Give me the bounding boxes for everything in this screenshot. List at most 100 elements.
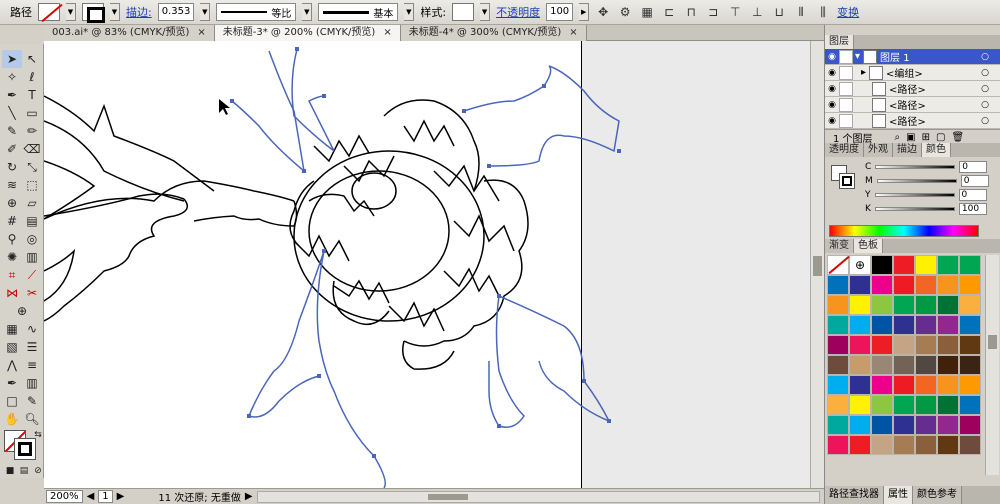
layer-name[interactable]: <路径> bbox=[889, 81, 926, 96]
channel-slider[interactable] bbox=[874, 193, 955, 197]
width-tool-icon[interactable]: ⋈ bbox=[2, 284, 22, 302]
color-swatch[interactable] bbox=[893, 395, 915, 415]
color-swatch[interactable] bbox=[915, 435, 937, 455]
tab-gradient[interactable]: 渐变 bbox=[825, 239, 854, 253]
color-swatch[interactable] bbox=[871, 415, 893, 435]
color-swatch[interactable] bbox=[827, 415, 849, 435]
color-swatch[interactable] bbox=[937, 295, 959, 315]
eraser-icon[interactable]: ⌫ bbox=[22, 140, 42, 158]
color-swatch[interactable] bbox=[937, 375, 959, 395]
horizontal-scrollbar[interactable] bbox=[256, 490, 820, 503]
color-swatch[interactable] bbox=[849, 355, 871, 375]
paintbrush-icon[interactable]: ✎ bbox=[2, 122, 22, 140]
tab-swatches[interactable]: 色板 bbox=[854, 239, 883, 253]
color-swatch[interactable] bbox=[959, 315, 981, 335]
layer-name[interactable]: <路径> bbox=[889, 97, 926, 112]
color-swatch[interactable] bbox=[827, 395, 849, 415]
color-swatch[interactable] bbox=[871, 275, 893, 295]
pen-tool-icon[interactable]: ✒ bbox=[2, 86, 22, 104]
color-swatch[interactable] bbox=[871, 335, 893, 355]
lock-toggle[interactable] bbox=[839, 49, 853, 64]
vertical-scrollbar[interactable] bbox=[810, 41, 824, 488]
registration-swatch[interactable]: ⊕ bbox=[849, 255, 871, 275]
opacity-input[interactable]: 100 bbox=[546, 3, 574, 21]
layer-name[interactable]: <路径> bbox=[889, 113, 926, 128]
stroke-proxy[interactable] bbox=[839, 173, 855, 189]
align-right-icon[interactable]: ⊐ bbox=[705, 4, 721, 20]
blob-brush-icon[interactable]: ✐ bbox=[2, 140, 22, 158]
target-icon[interactable]: ○ bbox=[981, 52, 989, 62]
color-swatch[interactable] bbox=[959, 335, 981, 355]
stroke-link[interactable]: 描边: bbox=[126, 4, 152, 20]
align-left-icon[interactable]: ⊏ bbox=[661, 4, 677, 20]
expand-icon[interactable]: ▾ bbox=[855, 51, 860, 62]
color-swatch[interactable] bbox=[871, 395, 893, 415]
layer-name[interactable]: 图层 1 bbox=[880, 49, 910, 64]
target-icon[interactable]: ○ bbox=[981, 100, 989, 110]
artboard-field[interactable]: 1 bbox=[98, 490, 113, 503]
layer-name[interactable]: <编组> bbox=[886, 65, 923, 80]
artboard-canvas[interactable] bbox=[44, 41, 810, 488]
style-swatch[interactable] bbox=[452, 3, 475, 21]
channel-value[interactable]: 0 bbox=[958, 189, 987, 201]
color-swatch[interactable] bbox=[849, 275, 871, 295]
color-swatch[interactable] bbox=[915, 275, 937, 295]
slice-2-icon[interactable]: ✎ bbox=[22, 392, 42, 410]
align-to-icon[interactable]: ▦ bbox=[639, 4, 655, 20]
direct-selection-tool-icon[interactable]: ↖ bbox=[22, 50, 42, 68]
expand-icon[interactable]: ▸ bbox=[861, 67, 866, 78]
color-swatch[interactable] bbox=[937, 395, 959, 415]
color-swatch[interactable] bbox=[871, 295, 893, 315]
scissors-icon[interactable]: ✂ bbox=[22, 284, 42, 302]
color-swatch[interactable] bbox=[915, 335, 937, 355]
warp-icon[interactable]: ≋ bbox=[2, 176, 22, 194]
color-swatch[interactable] bbox=[959, 355, 981, 375]
target-icon[interactable]: ○ bbox=[981, 84, 989, 94]
close-icon[interactable]: × bbox=[197, 27, 205, 38]
brush-definition[interactable]: 基本 bbox=[318, 3, 399, 21]
stroke-weight-dropdown[interactable]: ▼ bbox=[200, 3, 211, 21]
clip-icon[interactable]: ▣ bbox=[906, 132, 915, 143]
warp-tool-icon[interactable]: ∿ bbox=[22, 320, 42, 338]
color-swatch[interactable] bbox=[915, 255, 937, 275]
tab-color[interactable]: 颜色 bbox=[922, 143, 951, 157]
graph-icon[interactable]: ▥ bbox=[22, 248, 42, 266]
magic-wand-icon[interactable]: ✧ bbox=[2, 68, 22, 86]
color-swatch[interactable] bbox=[827, 355, 849, 375]
color-swatch[interactable] bbox=[915, 315, 937, 335]
align-top-icon[interactable]: ⊤ bbox=[727, 4, 743, 20]
shape-builder-icon[interactable]: ⊕ bbox=[2, 194, 22, 212]
color-swatch[interactable] bbox=[871, 375, 893, 395]
swatch-scrollbar[interactable] bbox=[985, 255, 999, 475]
close-icon[interactable]: × bbox=[569, 27, 577, 38]
color-swatch[interactable] bbox=[937, 315, 959, 335]
color-swatch[interactable] bbox=[827, 275, 849, 295]
color-swatch[interactable] bbox=[937, 355, 959, 375]
tab-stroke[interactable]: 描边 bbox=[893, 143, 922, 157]
align-center-icon[interactable]: ⊓ bbox=[683, 4, 699, 20]
color-swatch[interactable] bbox=[849, 415, 871, 435]
opacity-link[interactable]: 不透明度 bbox=[496, 4, 540, 20]
layer-row[interactable]: ◉ <路径> ○ bbox=[825, 81, 1000, 97]
color-swatch[interactable] bbox=[893, 355, 915, 375]
distribute-h-icon[interactable]: ⫼ bbox=[815, 4, 831, 20]
layer-row[interactable]: ◉ <路径> ○ bbox=[825, 113, 1000, 129]
slice-icon[interactable]: ⟋ bbox=[22, 266, 42, 284]
eye-icon[interactable]: ◉ bbox=[825, 52, 839, 62]
color-swatch[interactable] bbox=[937, 275, 959, 295]
stroke-weight-input[interactable]: 0.353 bbox=[157, 3, 195, 21]
rectangle-tool-icon[interactable]: ▭ bbox=[22, 104, 42, 122]
eye-icon[interactable]: ◉ bbox=[825, 116, 839, 126]
lock-toggle[interactable] bbox=[839, 97, 853, 112]
color-swatch[interactable] bbox=[893, 435, 915, 455]
color-swatch[interactable] bbox=[893, 295, 915, 315]
measure-icon[interactable]: ▥ bbox=[22, 374, 42, 392]
color-swatch[interactable] bbox=[893, 315, 915, 335]
color-swatch[interactable] bbox=[937, 255, 959, 275]
transform-link[interactable]: 变换 bbox=[837, 4, 859, 20]
color-swatch[interactable] bbox=[959, 295, 981, 315]
recolor-icon[interactable]: ✥ bbox=[595, 4, 611, 20]
lock-toggle[interactable] bbox=[839, 113, 853, 128]
stroke-swatch[interactable] bbox=[82, 3, 105, 23]
color-swatch[interactable] bbox=[915, 395, 937, 415]
